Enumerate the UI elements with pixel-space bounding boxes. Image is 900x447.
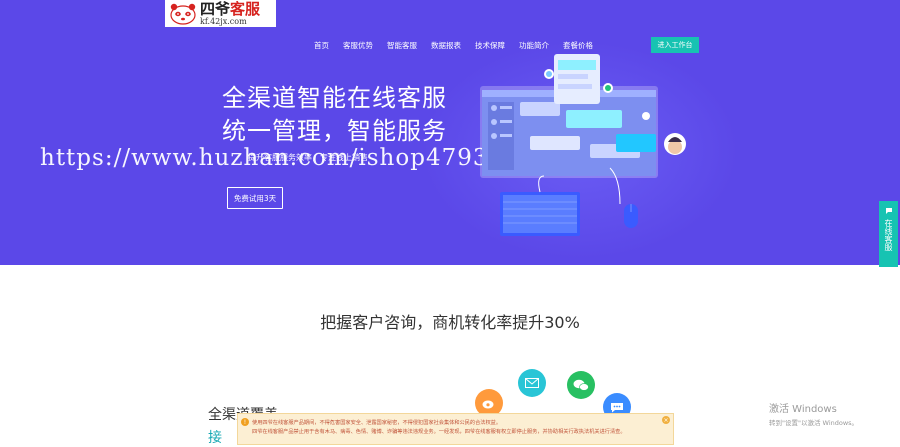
chat-bubble-icon [885,207,893,216]
hero-banner: 四爷客服 kf.42jx.com 首页 客服优势 智能客服 数据报表 技术保障 … [0,0,900,265]
online-service-label: 在线客服 [884,219,893,251]
windows-activation-title: 激活 Windows [769,404,837,415]
nav-advantages[interactable]: 客服优势 [343,40,373,51]
nav-smart-service[interactable]: 智能客服 [387,40,417,51]
close-icon[interactable]: × [662,416,670,424]
windows-activation-watermark: 激活 Windows 转到"设置"以激活 Windows。 [769,400,858,427]
warning-icon: ! [241,418,249,426]
site-logo[interactable]: 四爷客服 kf.42jx.com [165,0,276,27]
section-title: 把握客户咨询，商机转化率提升30% [320,313,580,332]
logo-title: 四爷客服 [200,0,261,18]
nav-home[interactable]: 首页 [314,40,329,51]
hero-illustration [470,44,700,244]
panda-logo-icon [169,3,197,25]
keyboard-illustration [500,192,580,236]
compliance-notice: ! 使用四爷在线客服产品期间，不得危害国家安全、泄露国家秘密，不得侵犯国家社会集… [237,413,674,445]
mouse-illustration [624,204,638,228]
windows-activation-hint: 转到"设置"以激活 Windows。 [769,419,859,427]
wechat-icon [567,371,595,399]
online-service-float[interactable]: 在线客服 [879,201,898,267]
free-trial-button[interactable]: 免费试用3天 [227,187,283,209]
notice-line-1: 使用四爷在线客服产品期间，不得危害国家安全、泄露国家秘密，不得侵犯国家社会集体和… [252,420,502,426]
hero-headline-2: 统一管理，智能服务 [222,117,447,145]
logo-url: kf.42jx.com [200,16,247,26]
nav-data-reports[interactable]: 数据报表 [431,40,461,51]
watermark-url: https://www.huzhan.com/ishop47934 [40,145,505,171]
channel-subheading: 接 [208,430,222,446]
mail-icon [518,369,546,397]
hero-headline-1: 全渠道智能在线客服 [222,84,447,112]
notice-line-2: 四爷在线客服产品禁止用于含有木马、病毒、色情、赌博、诈骗等违法违规业务。一经发现… [252,429,626,435]
